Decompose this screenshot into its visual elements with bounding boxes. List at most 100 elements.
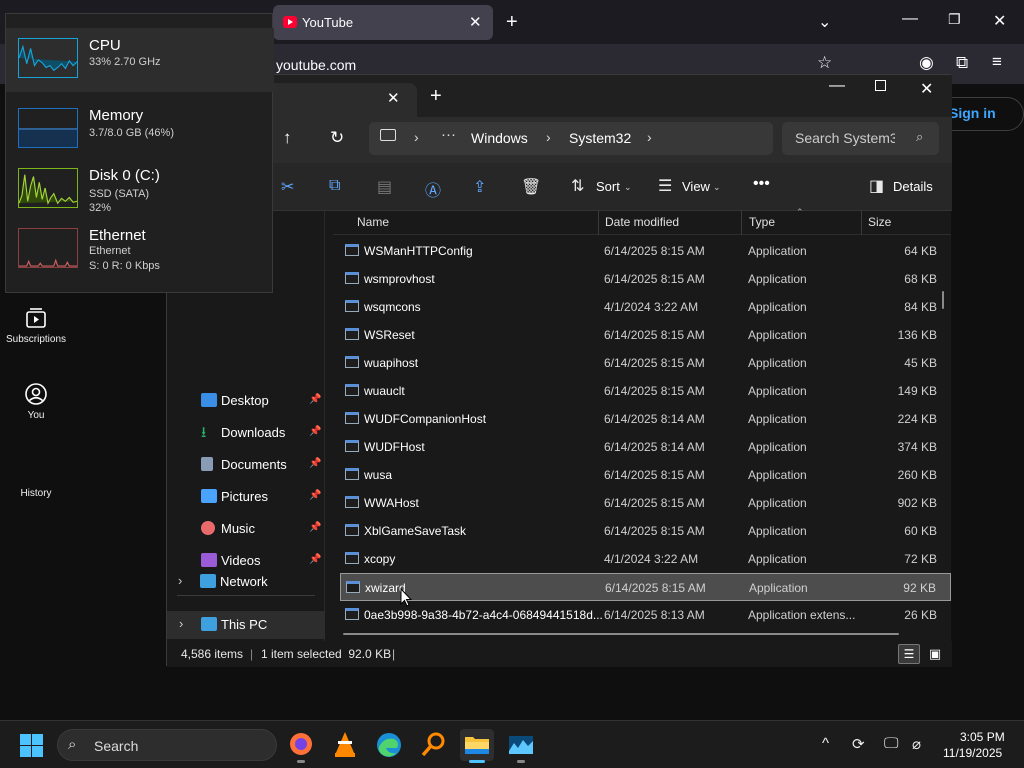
- file-row[interactable]: WUDFCompanionHost 6/14/2025 8:14 AM Applic…: [340, 405, 951, 433]
- cut-icon[interactable]: ✂: [281, 177, 294, 197]
- file-row[interactable]: wsmprovhost 6/14/2025 8:15 AM Application 6…: [340, 265, 951, 293]
- more-locations-icon[interactable]: ···: [441, 126, 456, 143]
- tab-list-chevron-icon[interactable]: ⌄: [818, 12, 831, 32]
- close-window-icon[interactable]: ✕: [920, 79, 933, 99]
- account-icon[interactable]: ◉: [919, 53, 934, 73]
- file-row[interactable]: WWAHost 6/14/2025 8:15 AM Application 902 K…: [340, 489, 951, 517]
- file-explorer-app[interactable]: [460, 729, 494, 763]
- breadcrumb-windows[interactable]: Windows: [471, 130, 528, 146]
- nav-item-this-pc[interactable]: › This PC: [167, 611, 325, 639]
- chevron-right-icon[interactable]: ›: [179, 616, 183, 631]
- nav-item-network[interactable]: › Network: [166, 568, 324, 596]
- display-icon[interactable]: 🖵: [884, 735, 898, 752]
- details-button[interactable]: Details: [893, 179, 933, 194]
- file-row[interactable]: WSManHTTPConfig 6/14/2025 8:15 AM Applicat…: [340, 237, 951, 265]
- rename-icon[interactable]: Ⓐ: [425, 177, 441, 201]
- column-headers: Name Date modified Type ⌃ Size: [333, 207, 951, 235]
- url-bar[interactable]: youtube.com: [276, 57, 356, 73]
- delete-icon[interactable]: 🗑: [521, 177, 541, 197]
- extensions-icon[interactable]: ⧉: [956, 53, 968, 73]
- file-row[interactable]: wsqmcons 4/1/2024 3:22 AM Application 84 KB: [340, 293, 951, 321]
- clock-date[interactable]: 11/19/2025: [943, 746, 1002, 760]
- perf-item-disk[interactable]: Disk 0 (C:) SSD (SATA) 32%: [6, 158, 274, 222]
- file-row[interactable]: wuauclt 6/14/2025 8:15 AM Application 149 K…: [340, 377, 951, 405]
- close-tab-icon[interactable]: ✕: [469, 13, 482, 31]
- nav-item-downloads[interactable]: ⭳ Downloads 📌: [167, 419, 325, 447]
- share-icon[interactable]: ⇪: [473, 177, 486, 197]
- perf-item-ethernet[interactable]: Ethernet Ethernet S: 0 R: 0 Kbps: [6, 218, 274, 282]
- menu-icon[interactable]: ≡: [992, 52, 1002, 72]
- horizontal-scrollbar[interactable]: [343, 633, 899, 635]
- minimize-icon[interactable]: —: [829, 77, 845, 95]
- perf-title: Memory: [89, 107, 144, 124]
- chevron-right-icon[interactable]: ›: [178, 573, 182, 588]
- search-icon: ⌕: [916, 129, 924, 144]
- file-row[interactable]: WUDFHost 6/14/2025 8:14 AM Application 374 …: [340, 433, 951, 461]
- chevron-right-icon[interactable]: ›: [647, 129, 652, 145]
- file-size: 64 KB: [904, 244, 937, 258]
- file-row[interactable]: XblGameSaveTask 6/14/2025 8:15 AM Applicat…: [340, 517, 951, 545]
- firefox-app[interactable]: [284, 729, 318, 763]
- details-view-icon[interactable]: ☰: [898, 644, 920, 664]
- nav-item-documents[interactable]: Documents 📌: [167, 451, 325, 479]
- youtube-tab[interactable]: YouTube ✕: [273, 5, 493, 40]
- sync-icon[interactable]: ⟳: [852, 735, 865, 753]
- vertical-scrollbar[interactable]: [942, 291, 944, 309]
- file-size: 92 KB: [903, 581, 936, 595]
- edge-app[interactable]: [372, 729, 406, 761]
- breadcrumb[interactable]: › ··· Windows › System32 ›: [369, 122, 773, 155]
- clock-time[interactable]: 3:05 PM: [960, 730, 1005, 744]
- column-divider[interactable]: [861, 211, 862, 235]
- tiles-view-icon[interactable]: ▣: [924, 644, 946, 664]
- file-size: 72 KB: [904, 552, 937, 566]
- sidebar-item-history[interactable]: History: [0, 488, 72, 499]
- task-manager-app[interactable]: [504, 729, 538, 763]
- file-row[interactable]: wusa 6/14/2025 8:15 AM Application 260 KB: [340, 461, 951, 489]
- file-row[interactable]: wuapihost 6/14/2025 8:15 AM Application 45 …: [340, 349, 951, 377]
- sidebar-item-subscriptions[interactable]: Subscriptions: [0, 306, 72, 345]
- column-name[interactable]: Name: [357, 215, 389, 229]
- maximize-icon[interactable]: ❐: [948, 11, 961, 28]
- search-app[interactable]: [416, 729, 450, 761]
- paste-icon[interactable]: ▤: [377, 177, 392, 197]
- column-divider[interactable]: [741, 211, 742, 235]
- column-divider[interactable]: [598, 211, 599, 235]
- breadcrumb-system32[interactable]: System32: [569, 130, 631, 146]
- refresh-icon[interactable]: ↻: [330, 128, 344, 148]
- windows-logo-tile: [20, 734, 31, 745]
- sidebar-item-you[interactable]: You: [0, 382, 72, 421]
- column-type[interactable]: Type: [749, 215, 775, 229]
- bookmark-star-icon[interactable]: ☆: [817, 53, 832, 73]
- more-options-icon[interactable]: •••: [753, 175, 770, 193]
- nav-item-music[interactable]: Music 📌: [167, 515, 325, 543]
- up-arrow-icon[interactable]: ↑: [283, 128, 292, 148]
- nav-item-desktop[interactable]: Desktop 📌: [167, 387, 325, 415]
- file-row[interactable]: xcopy 4/1/2024 3:22 AM Application 72 KB: [340, 545, 951, 573]
- item-count: 4,586 items: [181, 647, 244, 661]
- maximize-icon[interactable]: [875, 80, 886, 91]
- sort-button[interactable]: Sort: [596, 179, 620, 194]
- file-row[interactable]: xwizard 6/14/2025 8:15 AM Application 92 KB: [340, 573, 951, 601]
- start-button[interactable]: [20, 734, 43, 757]
- column-size[interactable]: Size: [868, 215, 891, 229]
- taskbar-search[interactable]: ⌕ Search: [57, 729, 277, 761]
- network-status-icon[interactable]: ⌀: [912, 735, 921, 753]
- show-hidden-icons-chevron-icon[interactable]: ^: [822, 735, 829, 752]
- new-tab-icon[interactable]: +: [506, 11, 518, 34]
- nav-item-pictures[interactable]: Pictures 📌: [167, 483, 325, 511]
- close-tab-icon[interactable]: ✕: [387, 89, 400, 107]
- search-input[interactable]: Search System32 ⌕: [782, 122, 939, 155]
- close-window-icon[interactable]: ✕: [993, 11, 1006, 31]
- copy-icon[interactable]: ⧉: [329, 177, 340, 195]
- view-button[interactable]: View: [682, 179, 710, 194]
- column-date[interactable]: Date modified: [605, 215, 679, 229]
- perf-item-memory[interactable]: Memory 3.7/8.0 GB (46%): [6, 98, 274, 162]
- minimize-icon[interactable]: —: [902, 10, 918, 28]
- file-size: 260 KB: [897, 468, 937, 482]
- vlc-app[interactable]: [328, 729, 362, 761]
- perf-item-cpu[interactable]: CPU 33% 2.70 GHz: [6, 28, 274, 92]
- command-bar: ✂ ⧉ ▤ Ⓐ ⇪ 🗑 ⇅ Sort ⌄ ☰ View ⌄ ••• ◨ Deta…: [167, 163, 952, 211]
- file-row[interactable]: 0ae3b998-9a38-4b72-a4c4-06849441518d... 6…: [340, 601, 951, 629]
- file-row[interactable]: WSReset 6/14/2025 8:15 AM Application 136 K…: [340, 321, 951, 349]
- new-tab-icon[interactable]: +: [430, 85, 442, 108]
